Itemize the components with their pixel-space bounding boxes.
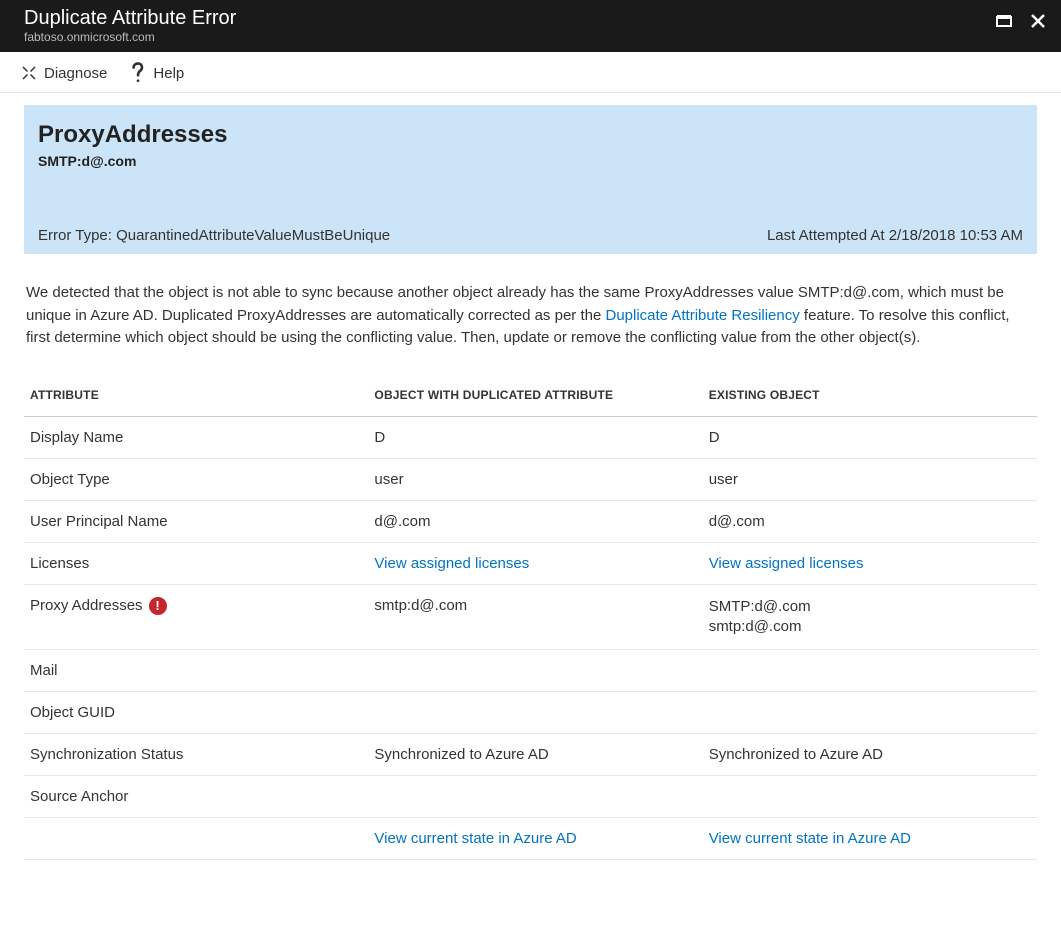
- alert-icon: !: [149, 597, 167, 615]
- table-row: View current state in Azure AD View curre…: [24, 818, 1037, 860]
- maximize-button[interactable]: [993, 10, 1015, 32]
- table-row: Display NameDD: [24, 416, 1037, 458]
- table-row: Licenses View assigned licenses View assig…: [24, 542, 1037, 584]
- exist-cell: View current state in Azure AD: [703, 818, 1037, 860]
- dup-cell: Synchronized to Azure AD: [368, 734, 702, 776]
- last-attempted: Last Attempted At 2/18/2018 10:53 AM: [767, 227, 1023, 244]
- wrench-icon: [20, 64, 38, 82]
- banner-subheading: SMTP:d@.com: [38, 153, 1023, 169]
- help-button[interactable]: Help: [129, 62, 184, 84]
- diagnose-label: Diagnose: [44, 65, 107, 82]
- titlebar: Duplicate Attribute Error fabtoso.onmicr…: [0, 0, 1061, 52]
- window-title: Duplicate Attribute Error: [24, 6, 236, 30]
- close-icon: [1029, 12, 1047, 30]
- exist-cell: View assigned licenses: [703, 542, 1037, 584]
- exist-cell: SMTP:d@.comsmtp:d@.com: [703, 584, 1037, 650]
- header-existing: EXISTING OBJECT: [703, 378, 1037, 417]
- error-banner: ProxyAddresses SMTP:d@.com Error Type: Q…: [24, 105, 1037, 254]
- description: We detected that the object is not able …: [24, 282, 1037, 350]
- error-type: Error Type: QuarantinedAttributeValueMus…: [38, 227, 390, 244]
- header-duplicated: OBJECT WITH DUPLICATED ATTRIBUTE: [368, 378, 702, 417]
- dup-cell: d@.com: [368, 500, 702, 542]
- exist-cell: [703, 650, 1037, 692]
- dup-cell: View current state in Azure AD: [368, 818, 702, 860]
- exist-cell: [703, 692, 1037, 734]
- attr-cell: Object GUID: [24, 692, 368, 734]
- help-label: Help: [153, 65, 184, 82]
- tenant-name: fabtoso.onmicrosoft.com: [24, 30, 236, 44]
- attr-cell: Source Anchor: [24, 776, 368, 818]
- exist-cell: [703, 776, 1037, 818]
- content: ProxyAddresses SMTP:d@.com Error Type: Q…: [0, 93, 1061, 900]
- banner-footer: Error Type: QuarantinedAttributeValueMus…: [38, 227, 1023, 244]
- table-row: Synchronization StatusSynchronized to Az…: [24, 734, 1037, 776]
- table-row: Object Typeuseruser: [24, 458, 1037, 500]
- exist-cell: user: [703, 458, 1037, 500]
- dup-cell: [368, 692, 702, 734]
- table-row: Mail: [24, 650, 1037, 692]
- banner-heading: ProxyAddresses: [38, 121, 1023, 149]
- exist-cell: D: [703, 416, 1037, 458]
- table-row: Object GUID: [24, 692, 1037, 734]
- question-icon: [129, 62, 147, 84]
- exist-link[interactable]: View current state in Azure AD: [709, 830, 911, 847]
- dup-link[interactable]: View assigned licenses: [374, 555, 529, 572]
- exist-value: SMTP:d@.com: [709, 597, 1031, 617]
- dup-cell: D: [368, 416, 702, 458]
- dup-cell: View assigned licenses: [368, 542, 702, 584]
- dup-cell: [368, 650, 702, 692]
- resiliency-link[interactable]: Duplicate Attribute Resiliency: [605, 307, 799, 324]
- attr-cell: Synchronization Status: [24, 734, 368, 776]
- exist-cell: d@.com: [703, 500, 1037, 542]
- header-attribute: ATTRIBUTE: [24, 378, 368, 417]
- comparison-table: ATTRIBUTE OBJECT WITH DUPLICATED ATTRIBU…: [24, 378, 1037, 861]
- window-controls: [993, 6, 1049, 32]
- toolbar: Diagnose Help: [0, 52, 1061, 93]
- exist-cell: Synchronized to Azure AD: [703, 734, 1037, 776]
- attr-cell: Proxy Addresses!: [24, 584, 368, 650]
- close-button[interactable]: [1027, 10, 1049, 32]
- attr-cell: User Principal Name: [24, 500, 368, 542]
- table-row: Source Anchor: [24, 776, 1037, 818]
- attr-cell: Mail: [24, 650, 368, 692]
- table-header-row: ATTRIBUTE OBJECT WITH DUPLICATED ATTRIBU…: [24, 378, 1037, 417]
- attr-label: Proxy Addresses: [30, 597, 143, 614]
- dup-cell: [368, 776, 702, 818]
- dup-link[interactable]: View current state in Azure AD: [374, 830, 576, 847]
- exist-link[interactable]: View assigned licenses: [709, 555, 864, 572]
- dup-cell: user: [368, 458, 702, 500]
- attr-cell: Licenses: [24, 542, 368, 584]
- attr-cell: [24, 818, 368, 860]
- attr-cell: Display Name: [24, 416, 368, 458]
- table-row: User Principal Named@.comd@.com: [24, 500, 1037, 542]
- diagnose-button[interactable]: Diagnose: [20, 64, 107, 82]
- table-row: Proxy Addresses!smtp:d@.comSMTP:d@.comsm…: [24, 584, 1037, 650]
- exist-value: smtp:d@.com: [709, 617, 1031, 637]
- attr-cell: Object Type: [24, 458, 368, 500]
- titlebar-left: Duplicate Attribute Error fabtoso.onmicr…: [24, 6, 236, 44]
- maximize-icon: [995, 12, 1013, 30]
- dup-cell: smtp:d@.com: [368, 584, 702, 650]
